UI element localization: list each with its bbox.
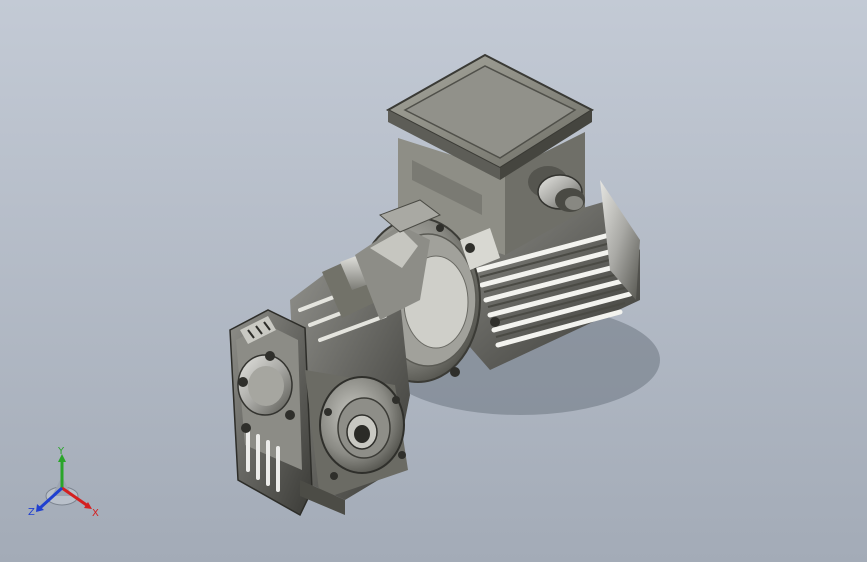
orientation-triad: Y X Z <box>28 446 99 519</box>
gearbox-side-face[interactable] <box>229 309 313 517</box>
graphics-viewport[interactable]: Y X Z <box>0 0 867 562</box>
x-axis-label: X <box>92 508 99 519</box>
y-axis-label: Y <box>57 446 65 457</box>
gear-motor-model[interactable] <box>0 0 867 562</box>
z-axis-label: Z <box>28 507 35 518</box>
